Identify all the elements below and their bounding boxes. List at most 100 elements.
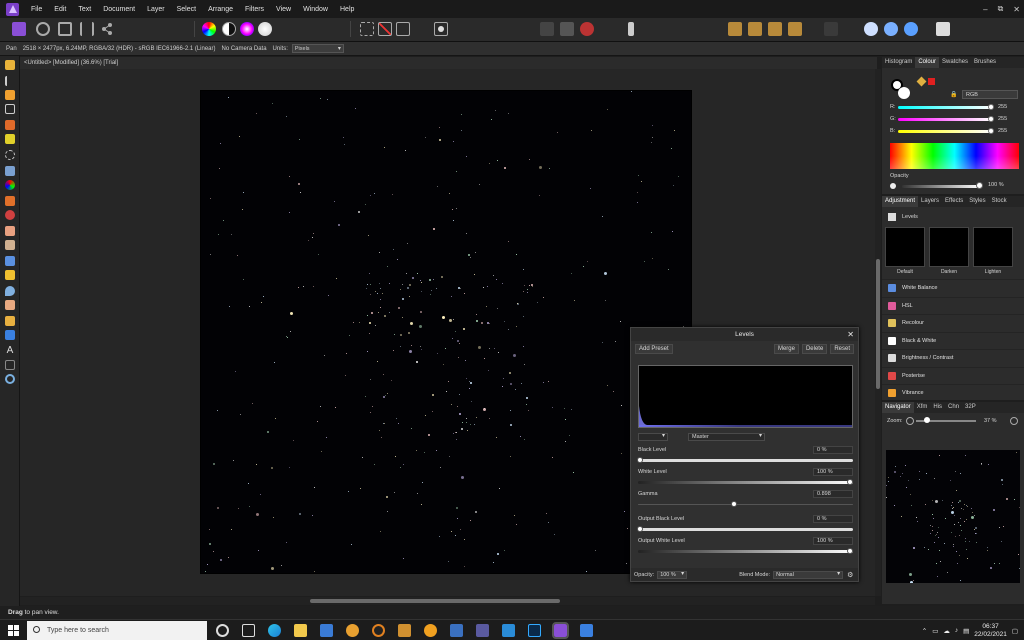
adjustment-item[interactable]: Brightness / Contrast bbox=[882, 349, 1024, 367]
crop-tool-icon[interactable] bbox=[5, 104, 15, 114]
adjustment-item[interactable]: Vibrance bbox=[882, 384, 1024, 400]
arrange-front-icon[interactable] bbox=[788, 22, 802, 36]
merge-button[interactable]: Merge bbox=[773, 344, 799, 354]
file-explorer-icon[interactable] bbox=[294, 624, 307, 637]
gamma-value[interactable]: 0.898 bbox=[813, 490, 853, 498]
app-gear-icon[interactable] bbox=[476, 624, 489, 637]
pen-tool-icon[interactable] bbox=[5, 316, 15, 326]
liquify-persona-icon[interactable] bbox=[36, 22, 50, 36]
sync-icon[interactable] bbox=[884, 22, 898, 36]
align-icon[interactable] bbox=[824, 22, 838, 36]
app-blue-icon[interactable] bbox=[580, 624, 593, 637]
assistant-icon[interactable] bbox=[560, 22, 574, 36]
secondary-colour-swatch[interactable] bbox=[898, 87, 910, 99]
move-tool-icon[interactable] bbox=[5, 76, 15, 86]
eyedropper-icon[interactable] bbox=[916, 76, 927, 87]
adjustment-item[interactable]: Posterise bbox=[882, 366, 1024, 385]
opacity-value[interactable]: 100 % bbox=[988, 182, 1004, 188]
menu-file[interactable]: File bbox=[31, 6, 42, 13]
tab-history[interactable]: His bbox=[930, 402, 945, 413]
tab-swatches[interactable]: Swatches bbox=[939, 57, 971, 68]
task-view-icon[interactable] bbox=[242, 624, 255, 637]
r-slider[interactable] bbox=[898, 106, 991, 109]
volume-icon[interactable]: ♪ bbox=[955, 627, 958, 634]
arrange-backward-icon[interactable] bbox=[748, 22, 762, 36]
blur-brush-tool-icon[interactable] bbox=[5, 286, 15, 296]
horizontal-scroll-thumb[interactable] bbox=[310, 599, 560, 603]
mesh-warp-tool-icon[interactable] bbox=[5, 360, 15, 370]
tab-brushes[interactable]: Brushes bbox=[971, 57, 999, 68]
menu-filters[interactable]: Filters bbox=[245, 6, 264, 13]
export-persona-icon[interactable] bbox=[100, 22, 114, 36]
arrange-back-icon[interactable] bbox=[728, 22, 742, 36]
menu-text[interactable]: Text bbox=[78, 6, 91, 13]
auto-levels-icon[interactable] bbox=[202, 22, 216, 36]
reset-button[interactable]: Reset bbox=[830, 344, 854, 354]
gamma-slider[interactable] bbox=[638, 504, 853, 505]
erase-brush-tool-icon[interactable] bbox=[5, 226, 15, 236]
edge-icon[interactable] bbox=[268, 624, 281, 637]
horizontal-scrollbar[interactable] bbox=[20, 597, 875, 605]
zoom-value[interactable]: 37 % bbox=[984, 418, 997, 424]
tab-styles[interactable]: Styles bbox=[966, 196, 988, 207]
app-doc-icon[interactable] bbox=[450, 624, 463, 637]
quick-mask-icon[interactable] bbox=[434, 22, 448, 36]
inpainting-tool-icon[interactable] bbox=[5, 270, 15, 280]
preset-default[interactable]: Default bbox=[885, 227, 925, 275]
ellipse-marquee-tool-icon[interactable] bbox=[5, 150, 15, 160]
no-colour-icon[interactable] bbox=[928, 78, 935, 85]
zoom-out-icon[interactable] bbox=[906, 417, 914, 425]
add-preset-button[interactable]: Add Preset bbox=[635, 344, 673, 354]
output-white-knob[interactable] bbox=[847, 548, 853, 554]
tab-stock[interactable]: Stock bbox=[989, 196, 1010, 207]
menu-window[interactable]: Window bbox=[303, 6, 328, 13]
levels-settings-gear-icon[interactable]: ⚙ bbox=[847, 571, 853, 579]
deselect-icon[interactable] bbox=[378, 22, 392, 36]
colour-spectrum[interactable] bbox=[890, 143, 1019, 169]
preset-lighten[interactable]: Lighten bbox=[973, 227, 1013, 275]
vertical-scroll-thumb[interactable] bbox=[876, 259, 880, 389]
auto-colours-icon[interactable] bbox=[240, 22, 254, 36]
output-black-value[interactable]: 0 % bbox=[813, 515, 853, 523]
tray-chevron-icon[interactable]: ⌃ bbox=[922, 627, 927, 635]
b-slider[interactable] bbox=[898, 130, 991, 133]
tab-colour[interactable]: Colour bbox=[915, 57, 940, 68]
app-orange-icon[interactable] bbox=[346, 624, 359, 637]
white-level-knob[interactable] bbox=[847, 479, 853, 485]
menu-help[interactable]: Help bbox=[340, 6, 354, 13]
menu-arrange[interactable]: Arrange bbox=[208, 6, 233, 13]
zoom-in-icon[interactable] bbox=[1010, 417, 1018, 425]
white-level-slider[interactable] bbox=[638, 481, 853, 484]
g-value[interactable]: 255 bbox=[998, 116, 1007, 122]
store-icon[interactable] bbox=[320, 624, 333, 637]
gamma-knob[interactable] bbox=[731, 501, 737, 507]
channel-select[interactable]: Master ▾ bbox=[688, 433, 765, 441]
black-level-slider[interactable] bbox=[638, 459, 853, 462]
r-slider-knob[interactable] bbox=[988, 104, 994, 110]
navigator-thumbnail[interactable] bbox=[886, 450, 1020, 583]
marquee-select-icon[interactable] bbox=[360, 22, 374, 36]
rectangle-tool-icon[interactable] bbox=[5, 330, 15, 340]
colour-mode-select[interactable]: RGB bbox=[962, 90, 1018, 99]
black-level-value[interactable]: 0 % bbox=[813, 446, 853, 454]
red-eye-tool-icon[interactable] bbox=[5, 300, 15, 310]
restore-button[interactable]: ⧉ bbox=[998, 4, 1004, 14]
g-slider-knob[interactable] bbox=[988, 116, 994, 122]
preset-darken[interactable]: Darken bbox=[929, 227, 969, 275]
tab-histogram[interactable]: Histogram bbox=[882, 57, 915, 68]
hand-tool-icon[interactable] bbox=[5, 60, 15, 70]
dodge-brush-tool-icon[interactable] bbox=[5, 240, 15, 250]
app-circle-icon[interactable] bbox=[424, 624, 437, 637]
adjustment-item[interactable]: Recolour bbox=[882, 314, 1024, 332]
menu-document[interactable]: Document bbox=[103, 6, 135, 13]
adjustment-item[interactable]: Black & White bbox=[882, 331, 1024, 350]
magnet-snap-icon[interactable] bbox=[580, 22, 594, 36]
auto-contrast-icon[interactable] bbox=[222, 22, 236, 36]
output-black-slider[interactable] bbox=[638, 528, 853, 531]
photoshop-icon[interactable] bbox=[528, 624, 541, 637]
keyboard-icon[interactable]: ▤ bbox=[963, 627, 969, 635]
blend-mode-select[interactable]: Normal bbox=[773, 570, 844, 579]
opacity-slider-knob[interactable] bbox=[976, 182, 983, 189]
network-icon[interactable]: ▭ bbox=[932, 627, 938, 635]
color-picker-tool-icon[interactable] bbox=[5, 90, 15, 100]
